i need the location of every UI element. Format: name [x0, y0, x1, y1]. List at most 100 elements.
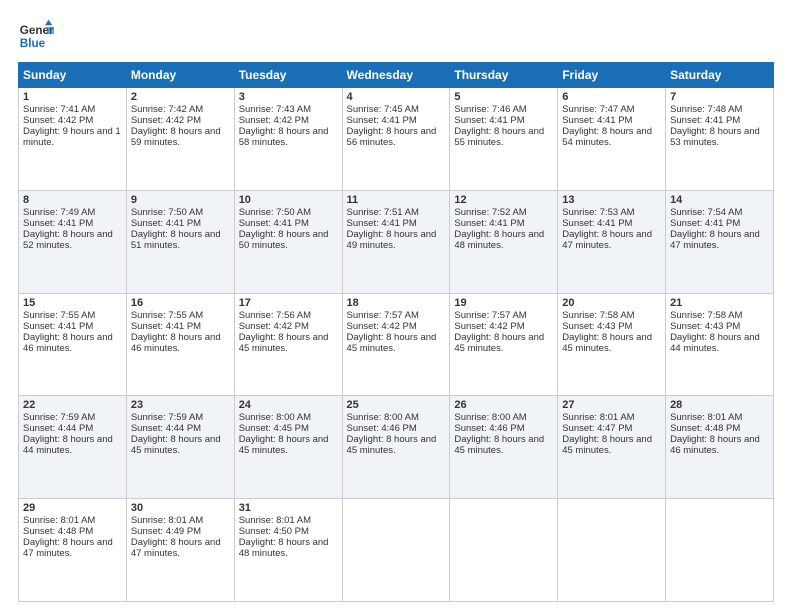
sunset-label: Sunset: 4:41 PM — [347, 218, 417, 229]
calendar-day-cell: 5Sunrise: 7:46 AMSunset: 4:41 PMDaylight… — [450, 88, 558, 191]
calendar-day-cell: 23Sunrise: 7:59 AMSunset: 4:44 PMDayligh… — [126, 396, 234, 499]
sunrise-label: Sunrise: 7:55 AM — [131, 310, 203, 321]
sunset-label: Sunset: 4:44 PM — [23, 423, 93, 434]
day-number: 8 — [23, 194, 122, 206]
calendar-day-cell: 13Sunrise: 7:53 AMSunset: 4:41 PMDayligh… — [558, 190, 666, 293]
sunset-label: Sunset: 4:44 PM — [131, 423, 201, 434]
day-number: 27 — [562, 399, 661, 411]
calendar-day-cell — [666, 499, 774, 602]
daylight-label: Daylight: 9 hours and 1 minute. — [23, 126, 121, 148]
calendar-header-monday: Monday — [126, 63, 234, 88]
day-number: 5 — [454, 91, 553, 103]
sunrise-label: Sunrise: 8:01 AM — [670, 412, 742, 423]
sunrise-label: Sunrise: 8:01 AM — [131, 515, 203, 526]
sunset-label: Sunset: 4:41 PM — [23, 321, 93, 332]
day-number: 13 — [562, 194, 661, 206]
daylight-label: Daylight: 8 hours and 56 minutes. — [347, 126, 437, 148]
sunrise-label: Sunrise: 7:59 AM — [131, 412, 203, 423]
day-number: 31 — [239, 502, 338, 514]
sunset-label: Sunset: 4:41 PM — [131, 321, 201, 332]
sunrise-label: Sunrise: 7:50 AM — [131, 207, 203, 218]
daylight-label: Daylight: 8 hours and 54 minutes. — [562, 126, 652, 148]
day-number: 6 — [562, 91, 661, 103]
sunset-label: Sunset: 4:43 PM — [562, 321, 632, 332]
daylight-label: Daylight: 8 hours and 47 minutes. — [131, 537, 221, 559]
sunset-label: Sunset: 4:42 PM — [239, 321, 309, 332]
day-number: 22 — [23, 399, 122, 411]
daylight-label: Daylight: 8 hours and 52 minutes. — [23, 229, 113, 251]
calendar-day-cell: 18Sunrise: 7:57 AMSunset: 4:42 PMDayligh… — [342, 293, 450, 396]
calendar-day-cell: 4Sunrise: 7:45 AMSunset: 4:41 PMDaylight… — [342, 88, 450, 191]
daylight-label: Daylight: 8 hours and 46 minutes. — [23, 332, 113, 354]
sunset-label: Sunset: 4:41 PM — [239, 218, 309, 229]
daylight-label: Daylight: 8 hours and 48 minutes. — [239, 537, 329, 559]
calendar-week-row: 8Sunrise: 7:49 AMSunset: 4:41 PMDaylight… — [19, 190, 774, 293]
calendar-day-cell: 8Sunrise: 7:49 AMSunset: 4:41 PMDaylight… — [19, 190, 127, 293]
calendar-day-cell: 20Sunrise: 7:58 AMSunset: 4:43 PMDayligh… — [558, 293, 666, 396]
day-number: 17 — [239, 297, 338, 309]
sunrise-label: Sunrise: 7:53 AM — [562, 207, 634, 218]
logo: General Blue — [18, 18, 54, 54]
sunset-label: Sunset: 4:41 PM — [562, 115, 632, 126]
day-number: 28 — [670, 399, 769, 411]
sunrise-label: Sunrise: 7:47 AM — [562, 104, 634, 115]
calendar-day-cell: 17Sunrise: 7:56 AMSunset: 4:42 PMDayligh… — [234, 293, 342, 396]
day-number: 25 — [347, 399, 446, 411]
day-number: 4 — [347, 91, 446, 103]
calendar-day-cell: 9Sunrise: 7:50 AMSunset: 4:41 PMDaylight… — [126, 190, 234, 293]
day-number: 30 — [131, 502, 230, 514]
sunset-label: Sunset: 4:41 PM — [562, 218, 632, 229]
daylight-label: Daylight: 8 hours and 45 minutes. — [562, 434, 652, 456]
daylight-label: Daylight: 8 hours and 50 minutes. — [239, 229, 329, 251]
sunset-label: Sunset: 4:48 PM — [23, 526, 93, 537]
daylight-label: Daylight: 8 hours and 47 minutes. — [670, 229, 760, 251]
sunrise-label: Sunrise: 7:41 AM — [23, 104, 95, 115]
sunrise-label: Sunrise: 8:00 AM — [239, 412, 311, 423]
daylight-label: Daylight: 8 hours and 45 minutes. — [131, 434, 221, 456]
sunset-label: Sunset: 4:47 PM — [562, 423, 632, 434]
daylight-label: Daylight: 8 hours and 53 minutes. — [670, 126, 760, 148]
daylight-label: Daylight: 8 hours and 45 minutes. — [347, 434, 437, 456]
sunrise-label: Sunrise: 7:48 AM — [670, 104, 742, 115]
sunrise-label: Sunrise: 7:51 AM — [347, 207, 419, 218]
calendar-day-cell: 26Sunrise: 8:00 AMSunset: 4:46 PMDayligh… — [450, 396, 558, 499]
calendar-day-cell: 15Sunrise: 7:55 AMSunset: 4:41 PMDayligh… — [19, 293, 127, 396]
sunset-label: Sunset: 4:41 PM — [454, 218, 524, 229]
page: General Blue SundayMondayTuesdayWednesda… — [0, 0, 792, 612]
sunrise-label: Sunrise: 7:59 AM — [23, 412, 95, 423]
calendar-day-cell: 10Sunrise: 7:50 AMSunset: 4:41 PMDayligh… — [234, 190, 342, 293]
day-number: 1 — [23, 91, 122, 103]
sunrise-label: Sunrise: 7:57 AM — [454, 310, 526, 321]
day-number: 16 — [131, 297, 230, 309]
day-number: 23 — [131, 399, 230, 411]
calendar-day-cell: 2Sunrise: 7:42 AMSunset: 4:42 PMDaylight… — [126, 88, 234, 191]
calendar-header-sunday: Sunday — [19, 63, 127, 88]
calendar-header-thursday: Thursday — [450, 63, 558, 88]
daylight-label: Daylight: 8 hours and 55 minutes. — [454, 126, 544, 148]
calendar-header-tuesday: Tuesday — [234, 63, 342, 88]
calendar-day-cell: 1Sunrise: 7:41 AMSunset: 4:42 PMDaylight… — [19, 88, 127, 191]
sunrise-label: Sunrise: 7:58 AM — [562, 310, 634, 321]
daylight-label: Daylight: 8 hours and 49 minutes. — [347, 229, 437, 251]
daylight-label: Daylight: 8 hours and 46 minutes. — [131, 332, 221, 354]
daylight-label: Daylight: 8 hours and 45 minutes. — [454, 434, 544, 456]
calendar-week-row: 1Sunrise: 7:41 AM Sunset: 4:42 PM Daylight… — [19, 88, 774, 191]
calendar-day-cell: 21Sunrise: 7:58 AMSunset: 4:43 PMDayligh… — [666, 293, 774, 396]
sunset-label: Sunset: 4:46 PM — [347, 423, 417, 434]
sunset-label: Sunset: 4:42 PM — [131, 115, 201, 126]
sunrise-label: Sunrise: 7:43 AM — [239, 104, 311, 115]
day-number: 7 — [670, 91, 769, 103]
calendar-day-cell: 30Sunrise: 8:01 AMSunset: 4:49 PMDayligh… — [126, 499, 234, 602]
sunset-label: Sunset: 4:46 PM — [454, 423, 524, 434]
calendar-day-cell: 16Sunrise: 7:55 AMSunset: 4:41 PMDayligh… — [126, 293, 234, 396]
day-number: 18 — [347, 297, 446, 309]
sunrise-label: Sunrise: 7:54 AM — [670, 207, 742, 218]
calendar-day-cell: 11Sunrise: 7:51 AMSunset: 4:41 PMDayligh… — [342, 190, 450, 293]
day-number: 14 — [670, 194, 769, 206]
daylight-label: Daylight: 8 hours and 45 minutes. — [347, 332, 437, 354]
sunset-label: Sunset: 4:45 PM — [239, 423, 309, 434]
calendar-week-row: 22Sunrise: 7:59 AMSunset: 4:44 PMDayligh… — [19, 396, 774, 499]
calendar-day-cell: 27Sunrise: 8:01 AMSunset: 4:47 PMDayligh… — [558, 396, 666, 499]
sunrise-label: Sunrise: 7:58 AM — [670, 310, 742, 321]
day-number: 3 — [239, 91, 338, 103]
